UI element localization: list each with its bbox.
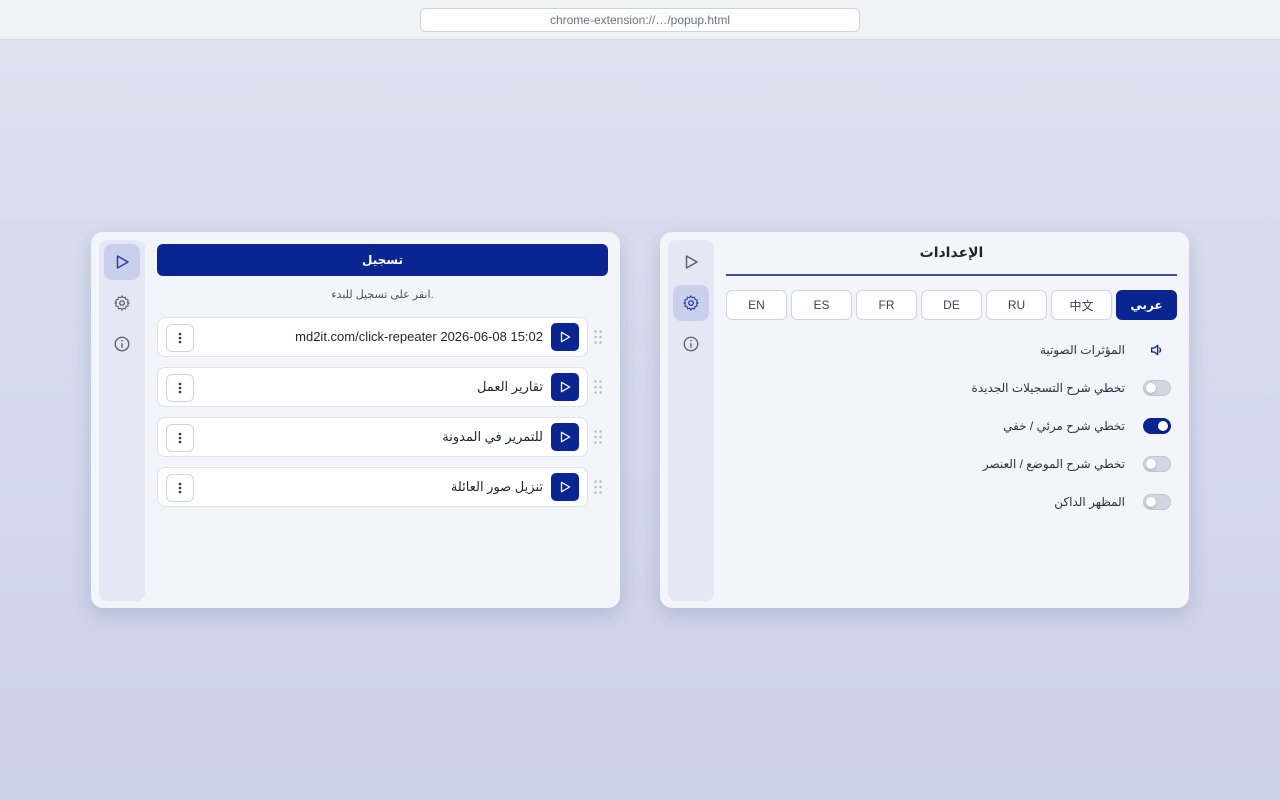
- play-icon: [560, 331, 571, 343]
- more-options-button[interactable]: [166, 424, 194, 452]
- kebab-menu-icon: [178, 432, 182, 444]
- side-nav: [99, 240, 145, 601]
- kebab-menu-icon: [178, 382, 182, 394]
- toggle-switch[interactable]: [1143, 494, 1171, 510]
- recording-item[interactable]: للتمرير في المدونة: [157, 417, 588, 457]
- recording-item[interactable]: تقارير العمل: [157, 367, 588, 407]
- browser-toolbar: chrome-extension://…/popup.html: [0, 0, 1280, 40]
- play-recording-button[interactable]: [551, 423, 579, 451]
- title-divider: [726, 274, 1177, 276]
- drag-handle-icon[interactable]: [593, 479, 603, 495]
- info-icon: [683, 336, 699, 352]
- setting-label: تخطي شرح مرئي / خفي: [1003, 419, 1125, 433]
- gear-icon: [114, 295, 130, 311]
- play-icon: [560, 431, 571, 443]
- setting-sound-effects: المؤثرات الصوتية: [726, 338, 1177, 362]
- address-bar[interactable]: chrome-extension://…/popup.html: [420, 8, 860, 32]
- recording-item[interactable]: تنزيل صور العائلة: [157, 467, 588, 507]
- gear-icon: [683, 295, 699, 311]
- drag-handle-icon[interactable]: [593, 429, 603, 445]
- play-icon: [560, 481, 571, 493]
- setting-label: تخطي شرح الموضع / العنصر: [982, 457, 1125, 471]
- sound-toggle-button[interactable]: [1143, 341, 1171, 359]
- toggle-knob: [1146, 459, 1156, 469]
- setting-skip-visible-hidden-tutorial: تخطي شرح مرئي / خفي: [726, 414, 1177, 438]
- recording-item[interactable]: md2it.com/click-repeater 2026-06-08 15:0…: [157, 317, 588, 357]
- play-recording-button[interactable]: [551, 473, 579, 501]
- recording-name: تقارير العمل: [476, 379, 543, 394]
- lang-button-ru[interactable]: RU: [986, 290, 1047, 320]
- more-options-button[interactable]: [166, 324, 194, 352]
- more-options-button[interactable]: [166, 374, 194, 402]
- setting-label: المؤثرات الصوتية: [1039, 343, 1125, 357]
- recordings-panel: تسجيل انقر على تسجيل للبدء. md2it.com/cl…: [91, 232, 620, 608]
- more-options-button[interactable]: [166, 474, 194, 502]
- play-icon: [560, 381, 571, 393]
- lang-button-de[interactable]: DE: [921, 290, 982, 320]
- toggle-switch[interactable]: [1143, 456, 1171, 472]
- play-recording-button[interactable]: [551, 323, 579, 351]
- drag-handle-icon[interactable]: [593, 329, 603, 345]
- play-icon: [116, 255, 129, 269]
- recording-name: md2it.com/click-repeater 2026-06-08 15:0…: [295, 329, 543, 344]
- recording-name: تنزيل صور العائلة: [450, 479, 543, 494]
- kebab-menu-icon: [178, 482, 182, 494]
- lang-button-en[interactable]: EN: [726, 290, 787, 320]
- info-icon: [114, 336, 130, 352]
- toggle-knob: [1146, 497, 1156, 507]
- language-selector: عربي 中文 RU DE FR ES EN: [726, 290, 1177, 320]
- drag-handle-icon[interactable]: [593, 379, 603, 395]
- side-nav: [668, 240, 714, 601]
- recording-name: للتمرير في المدونة: [442, 429, 543, 444]
- toggle-knob: [1158, 421, 1168, 431]
- settings-panel: الإعدادات عربي 中文 RU DE FR ES EN المؤثرا…: [660, 232, 1189, 608]
- setting-skip-position-element-tutorial: تخطي شرح الموضع / العنصر: [726, 452, 1177, 476]
- setting-skip-new-recordings-tutorial: تخطي شرح التسجيلات الجديدة: [726, 376, 1177, 400]
- play-icon: [685, 255, 698, 269]
- lang-button-zh[interactable]: 中文: [1051, 290, 1112, 320]
- toggle-switch[interactable]: [1143, 380, 1171, 396]
- nav-settings-button[interactable]: [104, 285, 140, 321]
- nav-info-button[interactable]: [104, 326, 140, 362]
- speaker-icon: [1151, 344, 1162, 356]
- setting-label: تخطي شرح التسجيلات الجديدة: [971, 381, 1125, 395]
- setting-dark-mode: المظهر الداكن: [726, 490, 1177, 514]
- nav-play-button[interactable]: [673, 244, 709, 280]
- record-hint: انقر على تسجيل للبدء.: [331, 289, 434, 301]
- nav-info-button[interactable]: [673, 326, 709, 362]
- settings-title: الإعدادات: [919, 244, 984, 260]
- nav-settings-button[interactable]: [673, 285, 709, 321]
- kebab-menu-icon: [178, 332, 182, 344]
- toggle-switch[interactable]: [1143, 418, 1171, 434]
- lang-button-fr[interactable]: FR: [856, 290, 917, 320]
- lang-button-es[interactable]: ES: [791, 290, 852, 320]
- play-recording-button[interactable]: [551, 373, 579, 401]
- nav-play-button[interactable]: [104, 244, 140, 280]
- lang-button-ar[interactable]: عربي: [1116, 290, 1177, 320]
- setting-label: المظهر الداكن: [1054, 495, 1125, 509]
- toggle-knob: [1146, 383, 1156, 393]
- record-button[interactable]: تسجيل: [157, 244, 608, 276]
